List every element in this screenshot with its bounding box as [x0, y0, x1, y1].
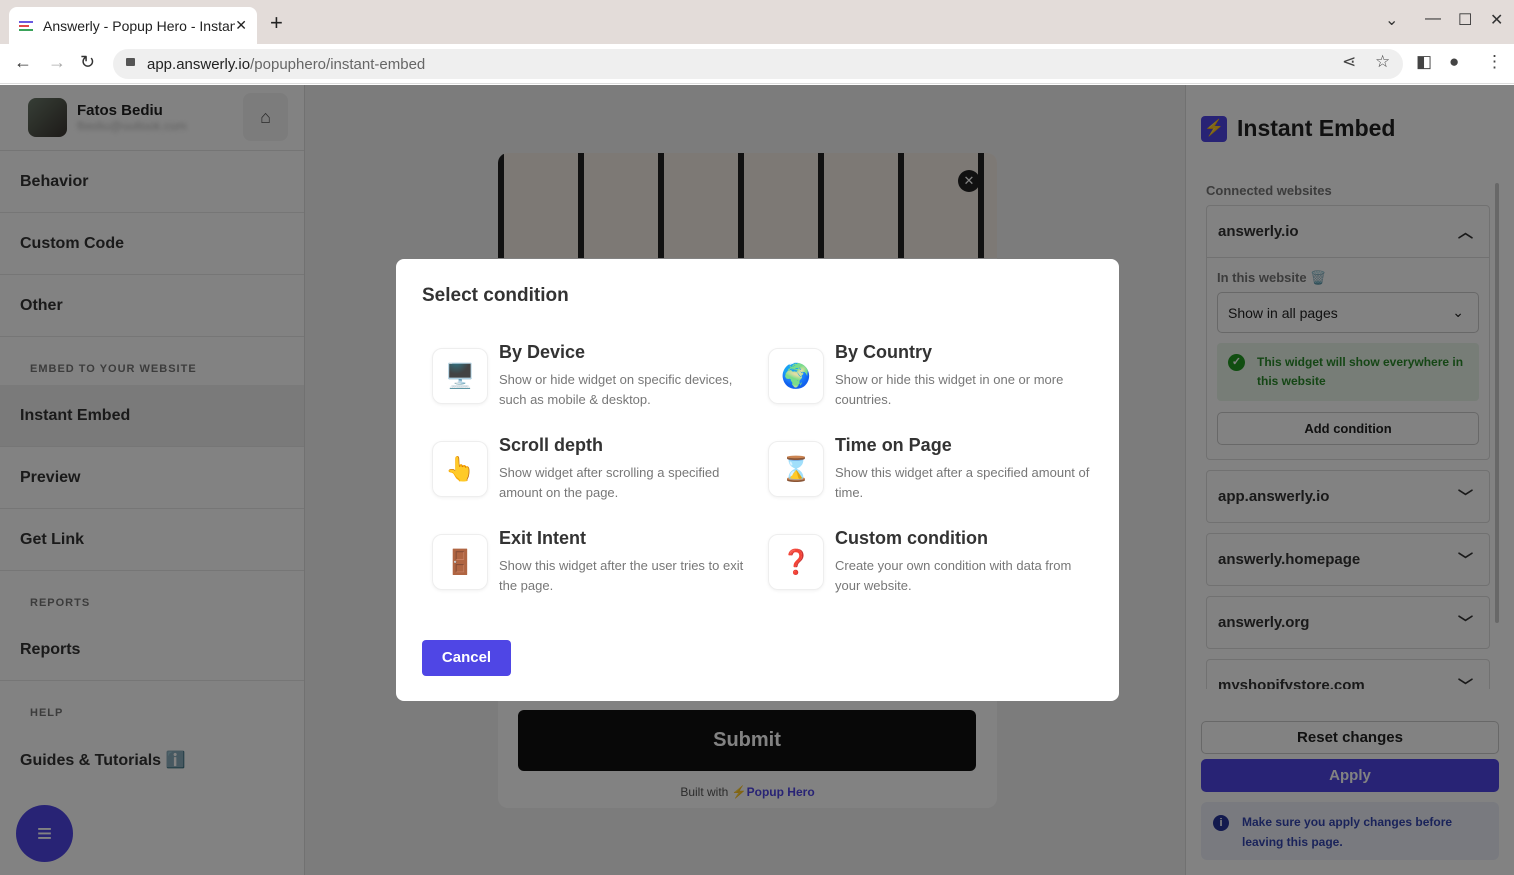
question-file-icon: ❓ [768, 534, 824, 590]
new-tab-icon[interactable]: + [270, 10, 283, 36]
option-title: By Country [835, 342, 933, 362]
profile-icon[interactable]: ● [1449, 52, 1459, 72]
option-scroll-depth[interactable]: 👆 Scroll depth Show widget after scrolling… [432, 435, 752, 505]
tab-title: Answerly - Popup Hero - Instant Embed [43, 17, 236, 34]
address-bar: ← → ↻ app.answerly.io/popuphero/instant-… [0, 44, 1514, 84]
option-desc: Show or hide this widget in one or more … [835, 372, 1064, 407]
forward-icon[interactable]: → [48, 52, 66, 73]
share-icon[interactable]: ⋖ [1342, 52, 1356, 72]
url-path: /popuphero/instant-embed [250, 55, 426, 73]
option-custom-condition[interactable]: ❓ Custom condition Create your own conditi… [768, 528, 1088, 598]
option-exit-intent[interactable]: 🚪 Exit Intent Show this widget after the u… [432, 528, 752, 598]
hourglass-icon: ⌛ [768, 441, 824, 497]
favicon-icon [19, 20, 33, 31]
option-desc: Show or hide widget on specific devices,… [499, 372, 733, 407]
reload-icon[interactable]: ↻ [80, 52, 95, 73]
option-title: Scroll depth [499, 435, 604, 455]
tab-search-icon[interactable]: ⌄ [1385, 10, 1398, 30]
exit-door-icon: 🚪 [432, 534, 488, 590]
option-desc: Show this widget after the user tries to… [499, 558, 744, 593]
url-input[interactable]: app.answerly.io/popuphero/instant-embed [113, 49, 1403, 79]
url-host: app.answerly.io [147, 55, 251, 73]
option-title: Exit Intent [499, 528, 587, 548]
modal-title: Select condition [422, 285, 569, 306]
option-by-device[interactable]: 🖥️ By Device Show or hide widget on specif… [432, 342, 752, 412]
minimize-icon[interactable]: — [1425, 10, 1441, 28]
option-by-country[interactable]: 🌍 By Country Show or hide this widget in o… [768, 342, 1088, 412]
globe-icon: 🌍 [768, 348, 824, 404]
maximize-icon[interactable]: ☐ [1458, 10, 1472, 30]
select-condition-modal: Select condition 🖥️ By Device Show or hide… [396, 259, 1119, 701]
star-icon[interactable]: ☆ [1375, 52, 1390, 72]
close-tab-icon[interactable]: ✕ [235, 17, 247, 34]
pointing-hand-icon: 👆 [432, 441, 488, 497]
cancel-button[interactable]: Cancel [422, 640, 511, 676]
menu-icon[interactable]: ⋮ [1486, 52, 1503, 72]
option-desc: Show this widget after a specified amoun… [835, 465, 1090, 500]
device-icon: 🖥️ [432, 348, 488, 404]
back-icon[interactable]: ← [14, 52, 32, 73]
browser-tabbar: Answerly - Popup Hero - Instant Embed ✕ … [0, 0, 1514, 44]
option-desc: Show widget after scrolling a specified … [499, 465, 720, 500]
option-title: Custom condition [835, 528, 988, 548]
option-time-on-page[interactable]: ⌛ Time on Page Show this widget after a sp… [768, 435, 1089, 505]
option-title: Time on Page [835, 435, 952, 455]
close-window-icon[interactable]: ✕ [1490, 10, 1503, 30]
sidepanel-icon[interactable]: ◧ [1416, 52, 1432, 72]
browser-tab[interactable]: Answerly - Popup Hero - Instant Embed ✕ [9, 7, 257, 44]
option-title: By Device [499, 342, 586, 362]
option-desc: Create your own condition with data from… [835, 558, 1072, 593]
lock-icon [126, 58, 135, 66]
